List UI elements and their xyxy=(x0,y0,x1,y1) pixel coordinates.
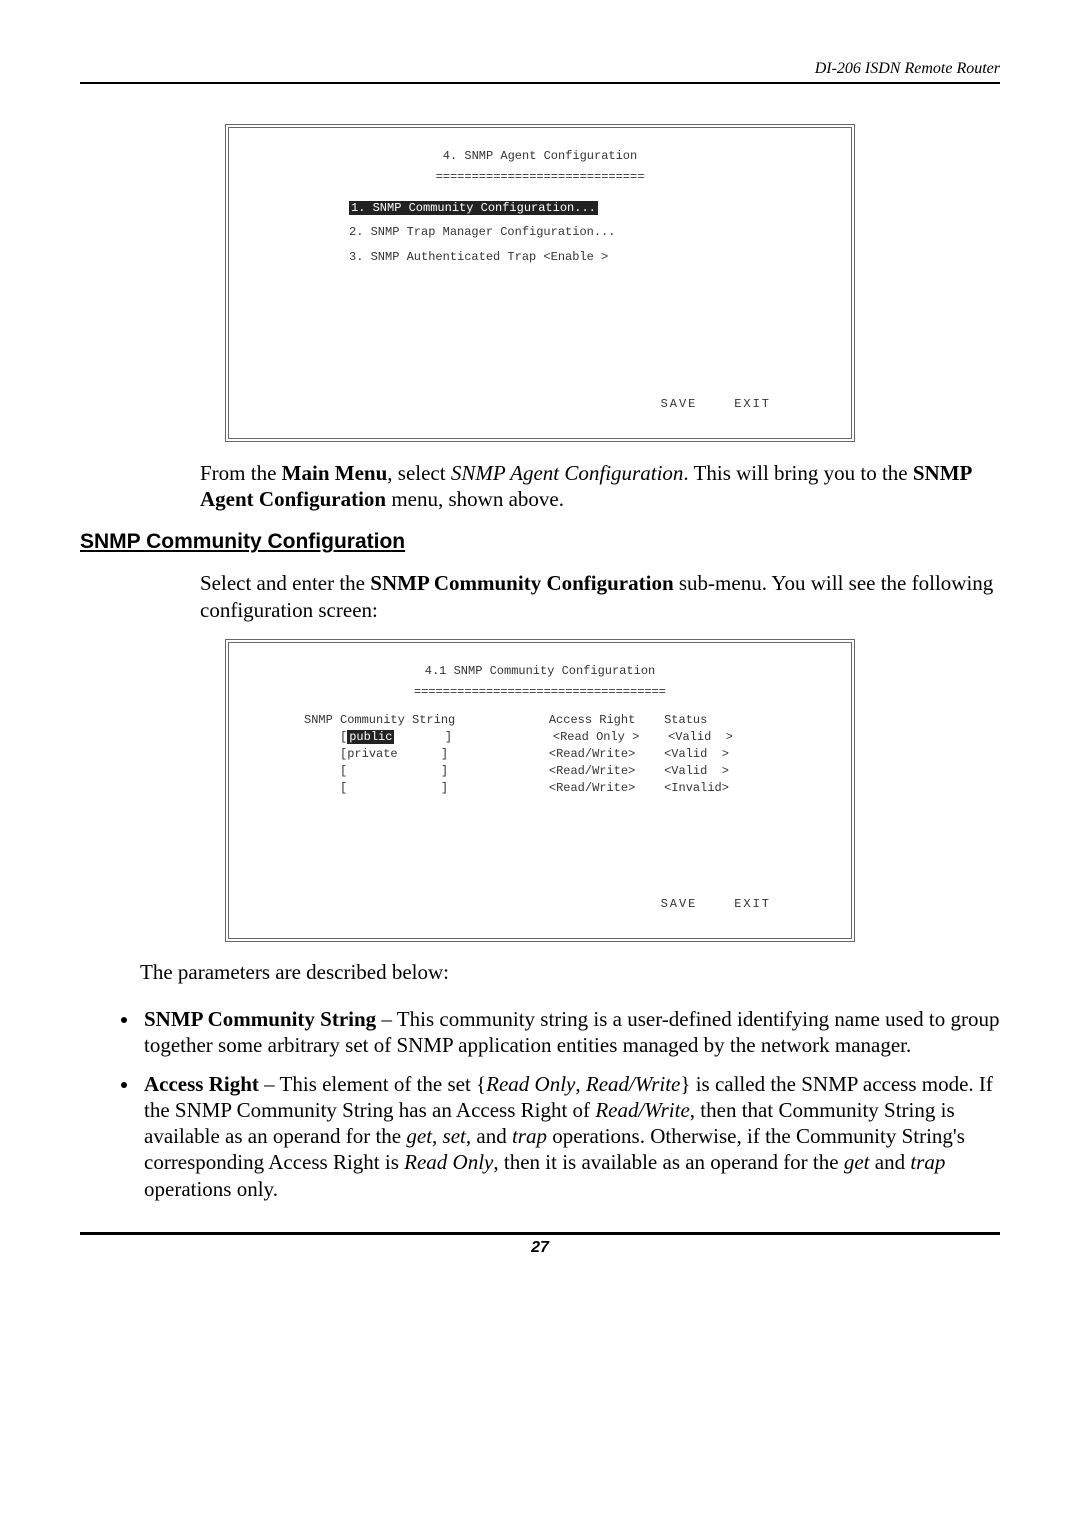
paragraph-1: From the Main Menu, select SNMP Agent Co… xyxy=(200,460,1000,513)
terminal-snmp-agent-config: 4. SNMP Agent Configuration ============… xyxy=(225,124,855,442)
exit-button[interactable]: EXIT xyxy=(734,897,771,911)
screen1-underline: ============================= xyxy=(249,169,831,186)
page-number: 27 xyxy=(80,1232,1000,1257)
save-button[interactable]: SAVE xyxy=(661,897,698,911)
text-italic: get xyxy=(406,1124,432,1148)
access-right-select[interactable]: <Read/Write> xyxy=(549,747,635,761)
access-right-select[interactable]: <Read/Write> xyxy=(549,781,635,795)
text: From the xyxy=(200,461,282,485)
paragraph-2: Select and enter the SNMP Community Conf… xyxy=(200,570,1000,623)
text-italic: trap xyxy=(512,1124,547,1148)
table-row: [private ] <Read/Write> <Valid > xyxy=(249,746,831,763)
menu-item-auth-trap[interactable]: 3. SNMP Authenticated Trap <Enable > xyxy=(249,249,831,266)
text: . This will bring you to the xyxy=(683,461,912,485)
page-header: DI-206 ISDN Remote Router xyxy=(80,60,1000,84)
text-italic: get xyxy=(844,1150,870,1174)
community-input[interactable]: [ ] xyxy=(340,781,448,795)
community-input[interactable]: [ ] xyxy=(340,764,448,778)
text-bold: SNMP Community String xyxy=(144,1007,376,1031)
terminal-snmp-community-config: 4.1 SNMP Community Configuration =======… xyxy=(225,639,855,942)
text-italic: Read Only xyxy=(486,1072,575,1096)
text-bold: SNMP Community Configuration xyxy=(370,571,673,595)
text: , and xyxy=(466,1124,512,1148)
list-item: SNMP Community String – This community s… xyxy=(140,1006,1000,1059)
exit-button[interactable]: EXIT xyxy=(734,397,771,411)
text-italic: Read Only xyxy=(404,1150,493,1174)
text-italic: Read/Write xyxy=(586,1072,680,1096)
text-bold: Access Right xyxy=(144,1072,259,1096)
status-select[interactable]: <Valid > xyxy=(664,747,729,761)
screen2-actions: SAVE EXIT xyxy=(249,896,831,913)
status-select[interactable]: <Valid > xyxy=(664,764,729,778)
col-header-community: SNMP Community String xyxy=(304,713,455,727)
text-italic: trap xyxy=(910,1150,945,1174)
col-header-status: Status xyxy=(664,713,707,727)
text: , xyxy=(432,1124,443,1148)
text: , then it is available as an operand for… xyxy=(493,1150,843,1174)
table-row: [public ] <Read Only > <Valid > xyxy=(249,729,831,746)
section-heading-community-config: SNMP Community Configuration xyxy=(80,530,1000,554)
screen1-title: 4. SNMP Agent Configuration xyxy=(249,148,831,165)
text-bold: Main Menu xyxy=(282,461,388,485)
text: , select xyxy=(387,461,451,485)
screen1-actions: SAVE EXIT xyxy=(249,396,831,413)
menu-item-trap-manager[interactable]: 2. SNMP Trap Manager Configuration... xyxy=(249,224,831,241)
text-italic: SNMP Agent Configuration xyxy=(451,461,684,485)
table-row: [ ] <Read/Write> <Invalid> xyxy=(249,780,831,797)
text-italic: Read/Write xyxy=(595,1098,689,1122)
text: Select and enter the xyxy=(200,571,370,595)
access-right-select[interactable]: <Read Only > xyxy=(553,730,639,744)
community-input[interactable]: [private ] xyxy=(340,747,448,761)
text: and xyxy=(870,1150,911,1174)
text: , xyxy=(575,1072,586,1096)
save-button[interactable]: SAVE xyxy=(661,397,698,411)
menu-item-community-config[interactable]: 1. SNMP Community Configuration... xyxy=(249,200,831,217)
text-italic: set xyxy=(443,1124,466,1148)
parameter-list: SNMP Community String – This community s… xyxy=(140,1006,1000,1202)
text: menu, shown above. xyxy=(386,487,564,511)
status-select[interactable]: <Valid > xyxy=(668,730,733,744)
access-right-select[interactable]: <Read/Write> xyxy=(549,764,635,778)
list-item: Access Right – This element of the set {… xyxy=(140,1071,1000,1202)
text: operations only. xyxy=(144,1177,278,1201)
table-header-row: SNMP Community String Access Right Statu… xyxy=(249,712,831,729)
community-input-public[interactable]: public xyxy=(347,730,394,744)
col-header-access: Access Right xyxy=(549,713,635,727)
paragraph-3: The parameters are described below: xyxy=(140,960,1000,985)
screen2-underline: =================================== xyxy=(249,684,831,701)
text: – This element of the set { xyxy=(259,1072,486,1096)
screen2-title: 4.1 SNMP Community Configuration xyxy=(249,663,831,680)
menu-item-1-label: 1. SNMP Community Configuration... xyxy=(349,201,598,215)
status-select[interactable]: <Invalid> xyxy=(664,781,729,795)
bracket: ] xyxy=(394,730,452,744)
table-row: [ ] <Read/Write> <Valid > xyxy=(249,763,831,780)
